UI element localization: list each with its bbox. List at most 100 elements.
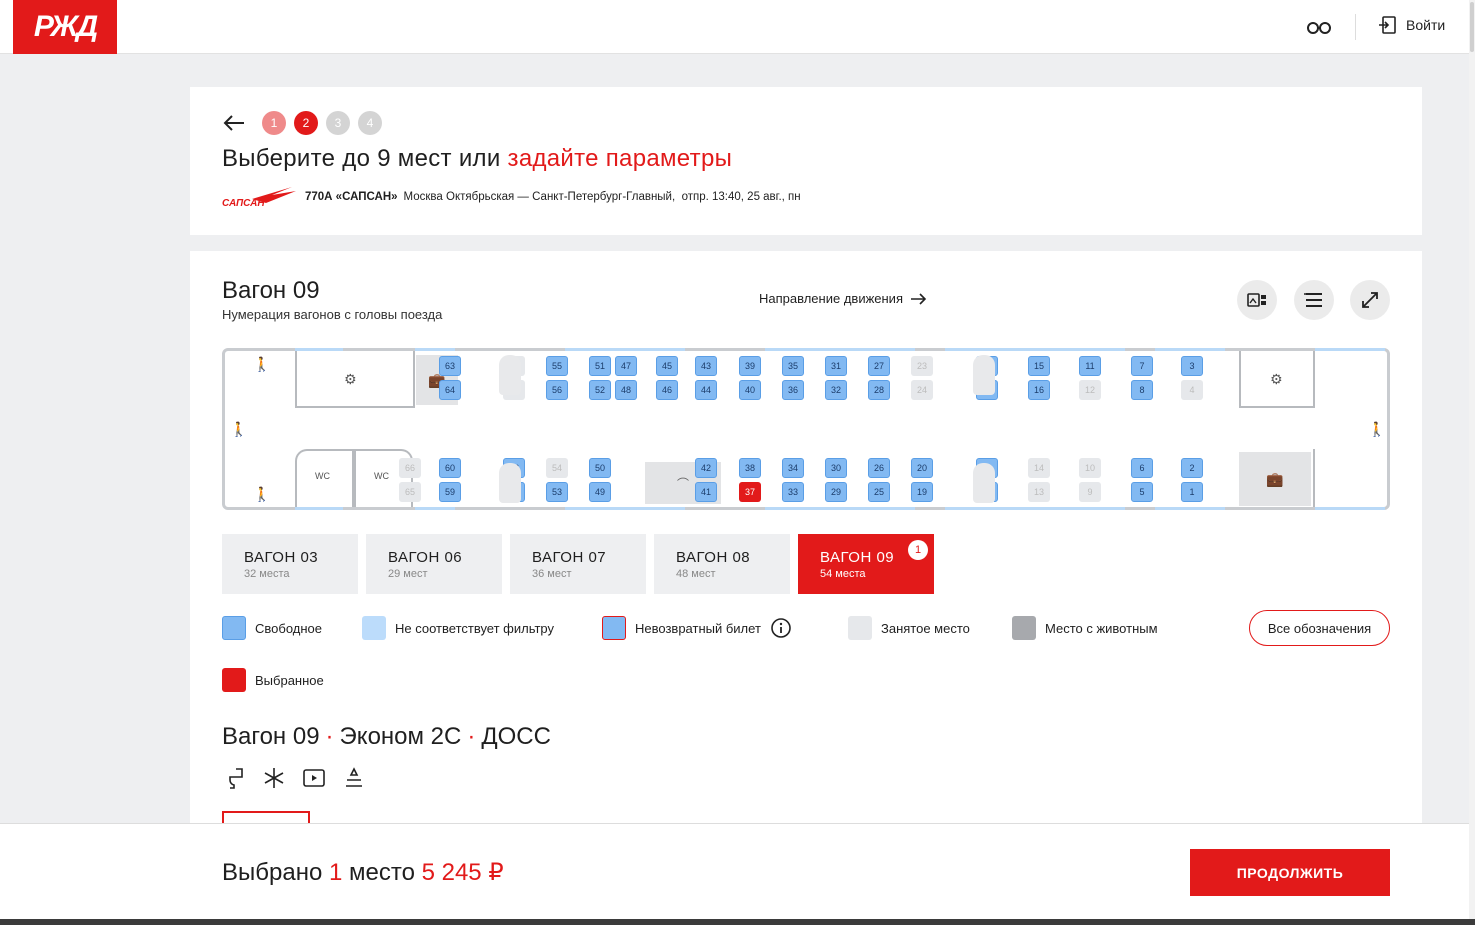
seat-37[interactable]: 37 <box>739 482 761 502</box>
sapsan-logo: САПСАН <box>222 187 296 209</box>
seat-39[interactable]: 39 <box>739 356 761 376</box>
all-legend-button[interactable]: Все обозначения <box>1249 610 1390 646</box>
car-card: Вагон 09 Нумерация вагонов с головы поез… <box>190 251 1422 851</box>
seat-43[interactable]: 43 <box>695 356 717 376</box>
partition <box>1313 449 1315 507</box>
window <box>565 348 685 351</box>
seat-9: 9 <box>1079 482 1101 502</box>
selected-count-badge: 1 <box>908 540 928 560</box>
tab-seats: 29 мест <box>388 568 428 580</box>
seat-1[interactable]: 1 <box>1181 482 1203 502</box>
seat-27[interactable]: 27 <box>868 356 890 376</box>
seat-24: 24 <box>911 380 933 400</box>
separator-dot: · <box>325 723 334 750</box>
seat-5[interactable]: 5 <box>1131 482 1153 502</box>
login-label: Войти <box>1406 17 1446 33</box>
tab-seats: 54 места <box>820 568 866 580</box>
bottom-bar <box>0 919 1475 925</box>
seat-63[interactable]: 63 <box>439 356 461 376</box>
seat-6[interactable]: 6 <box>1131 458 1153 478</box>
seat-51[interactable]: 51 <box>589 356 611 376</box>
luggage-area-2: 💼 <box>1239 452 1311 506</box>
window <box>1155 348 1225 351</box>
seat-38[interactable]: 38 <box>739 458 761 478</box>
fullscreen-button[interactable] <box>1350 280 1390 320</box>
seat-49[interactable]: 49 <box>589 482 611 502</box>
seat-26[interactable]: 26 <box>868 458 890 478</box>
booking-header-card: 1 2 3 4 Выберите до 9 мест или задайте п… <box>190 87 1422 235</box>
animal-swatch <box>1012 616 1036 640</box>
seat-59[interactable]: 59 <box>439 482 461 502</box>
tab-car-08[interactable]: ВАГОН 08 48 мест <box>654 534 790 594</box>
window <box>765 507 915 510</box>
seat-34[interactable]: 34 <box>782 458 804 478</box>
direction-label: Направление движения <box>759 291 903 306</box>
legend-selected: Выбранное <box>255 672 324 688</box>
list-icon <box>1304 293 1322 307</box>
window <box>765 348 915 351</box>
seat-32[interactable]: 32 <box>825 380 847 400</box>
seat-56[interactable]: 56 <box>546 380 568 400</box>
tab-car-09[interactable]: ВАГОН 09 54 места 1 <box>798 534 934 594</box>
seat-33[interactable]: 33 <box>782 482 804 502</box>
seat-15[interactable]: 15 <box>1028 356 1050 376</box>
seat-2[interactable]: 2 <box>1181 458 1203 478</box>
seat-8[interactable]: 8 <box>1131 380 1153 400</box>
login-button[interactable]: Войти <box>1378 16 1445 34</box>
window <box>295 348 343 351</box>
selected-swatch <box>222 668 246 692</box>
back-arrow-icon[interactable] <box>223 114 245 132</box>
accessible-icon <box>346 767 362 787</box>
seat-28[interactable]: 28 <box>868 380 890 400</box>
seat-44[interactable]: 44 <box>695 380 717 400</box>
info-icon[interactable] <box>770 617 792 639</box>
tab-label: ВАГОН 08 <box>676 549 751 566</box>
seat-55[interactable]: 55 <box>546 356 568 376</box>
set-parameters-link[interactable]: задайте параметры <box>508 145 733 172</box>
car-seat-map: 🚶 🚶 🚶 🚶 ⚙ 💼 WC WC ⌒ ⚙ 💼 6361555147454339… <box>222 348 1390 510</box>
rzd-logo[interactable]: РЖД <box>13 0 117 54</box>
seat-19[interactable]: 19 <box>911 482 933 502</box>
list-view-button[interactable] <box>1294 280 1334 320</box>
page-scrollbar[interactable] <box>1469 0 1475 925</box>
seat-53[interactable]: 53 <box>546 482 568 502</box>
seat-16[interactable]: 16 <box>1028 380 1050 400</box>
seat-46[interactable]: 46 <box>656 380 678 400</box>
seat-40[interactable]: 40 <box>739 380 761 400</box>
window <box>945 348 1125 351</box>
seat-25[interactable]: 25 <box>868 482 890 502</box>
nonrefund-swatch <box>602 616 626 640</box>
seat-31[interactable]: 31 <box>825 356 847 376</box>
tab-car-03[interactable]: ВАГОН 03 32 места <box>222 534 358 594</box>
seat-7[interactable]: 7 <box>1131 356 1153 376</box>
seat-29[interactable]: 29 <box>825 482 847 502</box>
seat-30[interactable]: 30 <box>825 458 847 478</box>
seat-47[interactable]: 47 <box>615 356 637 376</box>
seat-50[interactable]: 50 <box>589 458 611 478</box>
accessibility-glasses-icon[interactable] <box>1306 18 1332 36</box>
progress-steps: 1 2 3 4 <box>262 111 382 135</box>
scheme-view-button[interactable] <box>1237 280 1277 320</box>
expand-icon <box>1362 292 1378 308</box>
window <box>945 507 1125 510</box>
step-1[interactable]: 1 <box>262 111 286 135</box>
seat-11[interactable]: 11 <box>1079 356 1101 376</box>
seat-3[interactable]: 3 <box>1181 356 1203 376</box>
car-tabs: ВАГОН 03 32 места ВАГОН 06 29 мест ВАГОН 0… <box>222 534 934 594</box>
exit-icon: 🚶 <box>1368 421 1386 437</box>
seat-52[interactable]: 52 <box>589 380 611 400</box>
seat-42[interactable]: 42 <box>695 458 717 478</box>
tab-car-06[interactable]: ВАГОН 06 29 мест <box>366 534 502 594</box>
window <box>415 507 455 510</box>
seat-64[interactable]: 64 <box>439 380 461 400</box>
seat-45[interactable]: 45 <box>656 356 678 376</box>
seat-35[interactable]: 35 <box>782 356 804 376</box>
tab-car-07[interactable]: ВАГОН 07 36 мест <box>510 534 646 594</box>
continue-button[interactable]: ПРОДОЛЖИТЬ <box>1190 849 1390 896</box>
seat-41[interactable]: 41 <box>695 482 717 502</box>
seat-60[interactable]: 60 <box>439 458 461 478</box>
seat-36[interactable]: 36 <box>782 380 804 400</box>
seat-20[interactable]: 20 <box>911 458 933 478</box>
scrollbar-thumb[interactable] <box>1470 2 1474 52</box>
seat-48[interactable]: 48 <box>615 380 637 400</box>
